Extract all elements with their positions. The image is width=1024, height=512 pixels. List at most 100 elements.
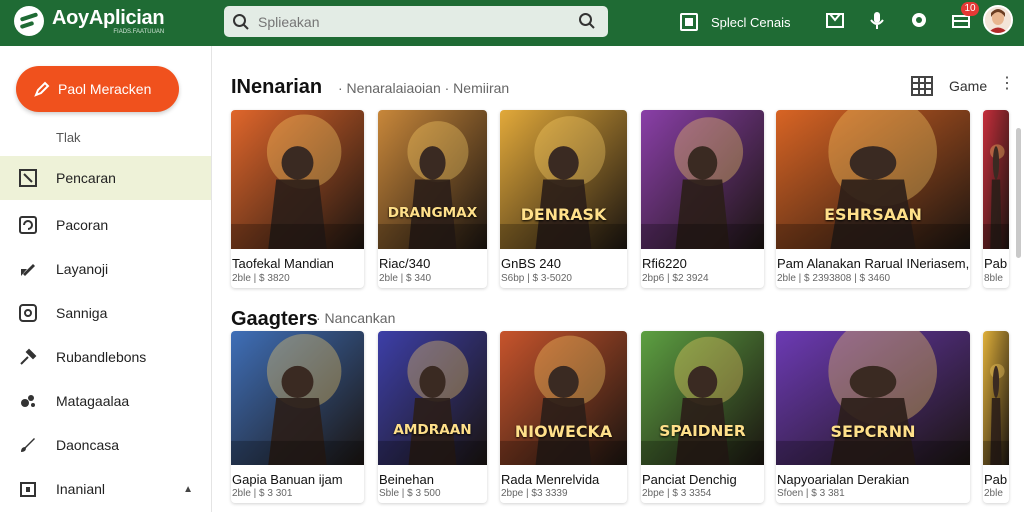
game-card[interactable]: Pab 2ble (983, 331, 1009, 503)
section-title: Gaagters (231, 308, 318, 330)
store-icon[interactable] (824, 9, 846, 31)
sidebar-item-label: Pencaran (56, 170, 116, 186)
game-meta: 2ble | $ 3820 (232, 273, 290, 284)
game-title: Beinehan (379, 472, 434, 487)
game-card[interactable]: ESHRSAAN Pam Alanakan Rarual INeriasem, 2b… (776, 110, 970, 288)
game-title: Panciat Denchig (642, 472, 737, 487)
game-thumbnail[interactable] (500, 110, 627, 249)
section-title: INenarian (231, 76, 323, 98)
thumbnail-title-text: ESHRSAAN (824, 204, 922, 224)
game-title: Napyoarialan Derakian (777, 472, 910, 487)
scrollbar[interactable] (1016, 128, 1021, 258)
expand-icon[interactable]: ▲ (183, 484, 193, 495)
sidebar-item-sanniga[interactable]: Sanniga (0, 291, 211, 335)
settings-icon (18, 303, 38, 323)
game-thumbnail[interactable] (983, 331, 1009, 465)
game-meta: Sfoen | $ 3 381 (777, 488, 845, 499)
new-button-label: Paol Meracken (58, 81, 152, 97)
game-title: Rfi6220 (642, 256, 687, 271)
game-thumbnail[interactable] (641, 110, 764, 249)
game-meta: 2bp6 | $2 3924 (642, 273, 709, 284)
game-card[interactable]: Pab 8ble (983, 110, 1009, 288)
top-action-label: Splecl Cenais (711, 14, 791, 30)
game-thumbnail[interactable] (776, 110, 970, 249)
more-options-icon[interactable]: ⋮ (999, 76, 1015, 92)
sidebar-item-rubandlebons[interactable]: Rubandlebons (0, 335, 211, 379)
flag-icon (18, 168, 38, 188)
sidebar: Paol Meracken Tlak Pencaran Pacoran Laya… (0, 46, 212, 512)
game-meta: S6bp | $ 3-5020 (501, 273, 572, 284)
sidebar-item-label: Rubandlebons (56, 349, 147, 365)
edit-icon (18, 259, 38, 279)
sidebar-item-label: Inanianl (56, 481, 106, 497)
search-bar[interactable] (224, 6, 608, 37)
game-thumbnail[interactable] (983, 110, 1009, 249)
thumbnail-title-text: AMDRAAN (393, 422, 472, 439)
section-subtitle: · Nancankan (316, 310, 396, 326)
pen-icon (34, 81, 50, 97)
view-filter-label[interactable]: Game (949, 78, 987, 94)
game-title: GnBS 240 (501, 256, 561, 271)
game-card[interactable]: Taofekal Mandian 2ble | $ 3820 (231, 110, 364, 288)
sidebar-item-label: Sanniga (56, 305, 108, 321)
new-button[interactable]: Paol Meracken (16, 66, 179, 112)
avatar[interactable] (983, 5, 1013, 35)
grid-view-icon[interactable] (911, 76, 933, 96)
game-title: Gapia Banuan ijam (232, 472, 343, 487)
sidebar-item-pacoran[interactable]: Pacoran (0, 203, 211, 247)
game-thumbnail[interactable] (641, 331, 764, 465)
wrench-icon (18, 347, 38, 367)
game-title: Rada Menrelvida (501, 472, 600, 487)
game-thumbnail[interactable] (378, 331, 487, 465)
search-input[interactable] (258, 13, 558, 30)
game-card[interactable]: Gapia Banuan ijam 2ble | $ 3 301 (231, 331, 364, 503)
game-thumbnail[interactable] (776, 331, 970, 465)
thumbnail-title-text: SEPCRNN (830, 422, 916, 442)
game-meta: 2bpe | $ 3 3354 (642, 488, 712, 499)
game-card[interactable]: SEPCRNN Napyoarialan Derakian Sfoen | $ 3 … (776, 331, 970, 503)
top-bar: AoyAplician FIADS.FAATUUAN Splecl Cenais… (0, 0, 1024, 46)
search-submit-icon[interactable] (578, 12, 596, 35)
sidebar-subheading: Tlak (56, 130, 81, 145)
sidebar-item-matagaalaa[interactable]: Matagaalaa (0, 379, 211, 423)
archive-icon (18, 479, 38, 499)
sidebar-item-daoncasa[interactable]: Daoncasa (0, 423, 211, 467)
game-meta: Sble | $ 3 500 (379, 488, 441, 499)
sidebar-item-pencaran[interactable]: Pencaran (0, 156, 211, 200)
game-title: Pab (984, 256, 1008, 271)
top-action-button[interactable]: Splecl Cenais (680, 13, 791, 31)
thumbnail-title-text: DRANGMAX (387, 204, 478, 221)
thumbnail-title-text: SPAIDNER (659, 422, 746, 441)
brush-icon (18, 435, 38, 455)
sidebar-item-label: Layanoji (56, 261, 109, 277)
game-thumbnail[interactable] (231, 331, 364, 465)
game-thumbnail[interactable] (378, 110, 487, 249)
sidebar-item-label: Pacoran (56, 217, 109, 233)
notification-badge: 10 (961, 2, 979, 16)
section-subtitle: · Nenaralaiaoian · Nemiiran (338, 80, 510, 96)
thumbnail-title-text: DENRASK (520, 204, 607, 224)
main-content: INenarian · Nenaralaiaoian · Nemiiran Ga… (213, 46, 1024, 512)
game-thumbnail[interactable] (500, 331, 627, 465)
game-title: Riac/340 (379, 256, 431, 271)
logo-icon (14, 6, 44, 36)
game-card[interactable]: DENRASK GnBS 240 S6bp | $ 3-5020 (500, 110, 627, 288)
game-thumbnail[interactable] (231, 110, 364, 249)
game-card[interactable]: Rfi6220 2bp6 | $2 3924 (641, 110, 764, 288)
game-title: Taofekal Mandian (232, 256, 334, 271)
sidebar-item-inanianl[interactable]: Inanianl ▲ (0, 467, 211, 511)
game-card[interactable]: SPAIDNER Panciat Denchig 2bpe | $ 3 3354 (641, 331, 764, 503)
microphone-icon[interactable] (866, 9, 888, 31)
game-card[interactable]: NIOWECKA Rada Menrelvida 2bpe | $3 3339 (500, 331, 627, 503)
palette-icon (18, 391, 38, 411)
game-meta: 8ble (984, 273, 1003, 284)
settings-icon[interactable] (908, 9, 930, 31)
sidebar-item-layanoji[interactable]: Layanoji (0, 247, 211, 291)
game-title: Pab (984, 472, 1008, 487)
game-card[interactable]: DRANGMAX Riac/340 2ble | $ 340 (378, 110, 487, 288)
game-meta: 2ble | $ 2393808 | $ 3460 (777, 273, 891, 284)
app-logo[interactable]: AoyAplician FIADS.FAATUUAN (14, 6, 165, 36)
sidebar-item-label: Daoncasa (56, 437, 120, 453)
game-card[interactable]: AMDRAAN Beinehan Sble | $ 3 500 (378, 331, 487, 503)
app-title: AoyAplician (52, 6, 165, 29)
